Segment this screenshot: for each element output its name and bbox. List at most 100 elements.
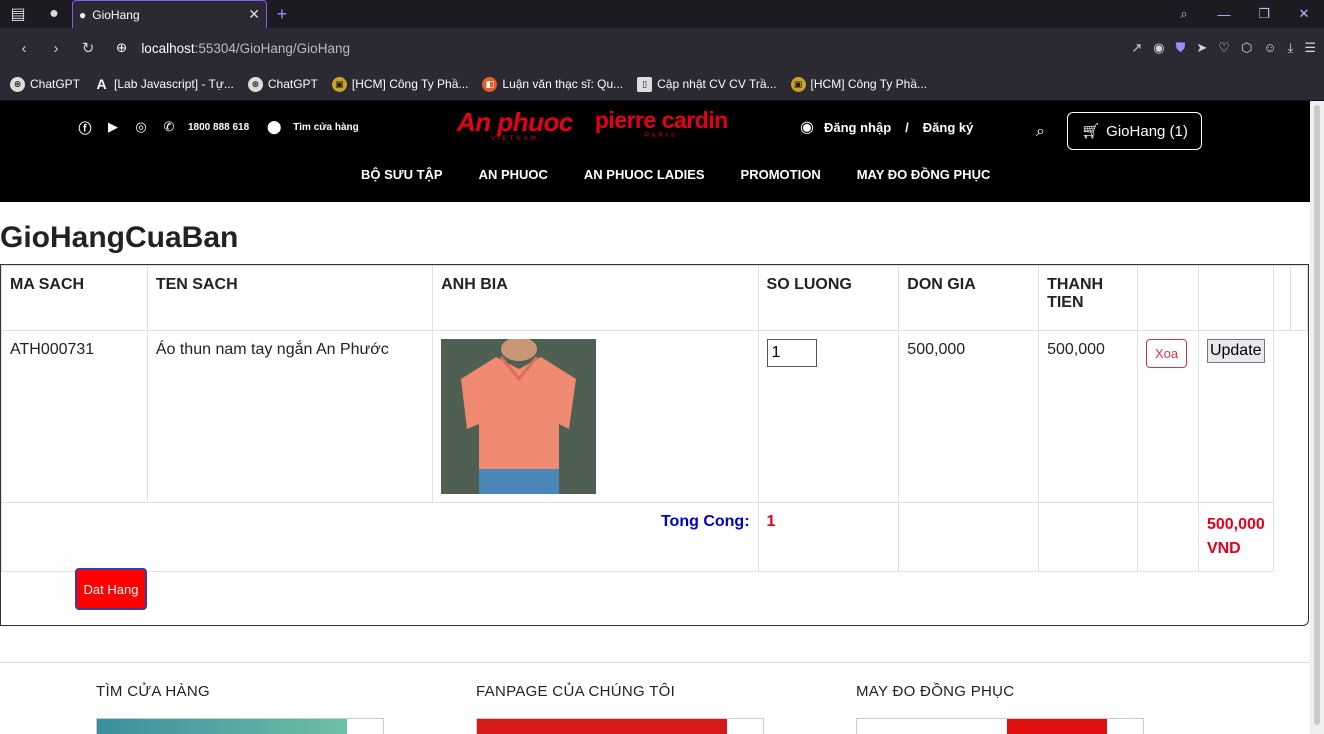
url-path: :55304/GioHang/GioHang	[194, 40, 350, 56]
store-image	[96, 718, 384, 734]
shield-icon[interactable]: ⛊	[1176, 40, 1186, 56]
menu-icon[interactable]: ☰	[1304, 40, 1316, 56]
place-order-button[interactable]: Dat Hang	[75, 568, 147, 610]
item-image-cell	[432, 330, 759, 503]
fanpage-image	[476, 718, 764, 734]
scrollbar[interactable]	[1310, 101, 1324, 734]
col-header: TEN SACH	[146, 265, 434, 331]
product-image	[441, 339, 597, 494]
download-icon[interactable]: ⤓	[1288, 40, 1294, 56]
openai-icon: ⊛	[10, 76, 25, 92]
page-content: ⓕ ▶ ◎ ✆ 1800 888 618 ⬤ Tìm cửa hàng An p…	[0, 101, 1310, 734]
bookmarks-bar: ⊛ ChatGPT A [Lab Javascript] - Tự... ⊛ Chat…	[0, 68, 1324, 101]
bookmark-item[interactable]: ▯ Cập nhật CV CV Trầ...	[637, 76, 777, 92]
bookmark-item[interactable]: ⊛ ChatGPT	[10, 76, 80, 92]
gamepad-icon[interactable]: ▤	[0, 0, 36, 28]
table-header-row: MA SACH TEN SACH ANH BIA SO LUONG DON GI…	[1, 265, 1309, 331]
nav-item[interactable]: PROMOTION	[741, 167, 821, 182]
heart-icon[interactable]: ♡	[1218, 40, 1230, 56]
nav-item[interactable]: MAY ĐO ĐỒNG PHỤC	[857, 167, 991, 182]
delete-button[interactable]: Xoa	[1145, 339, 1188, 368]
forward-icon[interactable]: ›	[40, 40, 72, 57]
instagram-icon[interactable]: ◎	[132, 118, 150, 136]
doc-icon: ▯	[637, 76, 653, 92]
close-window-icon[interactable]: ✕	[1284, 0, 1324, 28]
openai-icon: ⊛	[247, 76, 263, 92]
maximize-icon[interactable]: ❐	[1244, 0, 1284, 28]
book-icon: ◧	[482, 76, 498, 92]
footer-heading: FANPAGE CỦA CHÚNG TÔI	[476, 683, 676, 700]
nav-item[interactable]: AN PHUOC	[479, 167, 548, 182]
qty-cell	[757, 330, 900, 503]
account-links: ◉ Đăng nhập / Đăng ký	[800, 119, 974, 136]
footer-divider	[0, 662, 1310, 663]
tab-giohang[interactable]: ● GioHang ✕	[72, 0, 267, 28]
bookmark-item[interactable]: ▣ [HCM] Công Ty Phầ...	[331, 76, 468, 92]
item-code: ATH000731	[1, 330, 148, 503]
phone-icon: ✆	[163, 119, 175, 134]
back-icon[interactable]: ‹	[8, 40, 40, 57]
footer-col-uniform: MAY ĐO ĐỒNG PHỤC	[856, 683, 1236, 734]
box-icon: ▣	[331, 76, 347, 92]
login-link[interactable]: Đăng nhập	[824, 120, 891, 135]
facebook-icon[interactable]: ⓕ	[76, 118, 94, 136]
footer-heading: MAY ĐO ĐỒNG PHỤC	[856, 683, 1015, 700]
toolbar-icons: ↗ ◉ ⛊ ➤ ♡ ⬡ ☺ ⤓ ☰	[1131, 40, 1316, 56]
footer: TÌM CỬA HÀNG FANPAGE CỦA CHÚNG TÔI MAY Đ…	[96, 683, 1236, 734]
a-icon: A	[96, 76, 107, 92]
globe-icon[interactable]: ●	[36, 0, 72, 28]
globe-icon: ⊕	[116, 40, 128, 55]
location-icon: ⬤	[266, 119, 282, 134]
search-icon[interactable]: ⌕	[1164, 0, 1204, 28]
brand-logo[interactable]: An phuoc VIETNAM pierre cardin PARIS	[457, 107, 728, 143]
camera-icon[interactable]: ◉	[1153, 40, 1164, 56]
summary-qty: 1	[757, 502, 900, 572]
send-icon[interactable]: ➤	[1196, 40, 1207, 56]
cart-button[interactable]: 🛒︎ GioHang (1)	[1067, 112, 1202, 150]
bookmark-item[interactable]: ▣ [HCM] Công Ty Phầ...	[790, 76, 927, 92]
scrollbar-thumb[interactable]	[1314, 105, 1320, 725]
phone-number[interactable]: 1800 888 618	[188, 122, 249, 133]
search-icon[interactable]: ⌕	[1036, 123, 1045, 141]
col-header: DON GIA	[898, 265, 1040, 331]
site-header: ⓕ ▶ ◎ ✆ 1800 888 618 ⬤ Tìm cửa hàng An p…	[0, 101, 1310, 202]
url-bar[interactable]: ⊕ localhost:55304/GioHang/GioHang	[116, 40, 350, 56]
close-icon[interactable]: ✕	[248, 6, 260, 23]
footer-col-stores: TÌM CỬA HÀNG	[96, 683, 476, 734]
tab-title: GioHang	[92, 7, 140, 22]
register-link[interactable]: Đăng ký	[923, 120, 974, 135]
profile-icon[interactable]: ☺	[1263, 40, 1276, 56]
main-nav: BỘ SƯU TẬP AN PHUOC AN PHUOC LADIES PROM…	[361, 167, 990, 182]
quantity-input[interactable]	[766, 339, 817, 367]
cart-icon: 🛒︎	[1081, 123, 1101, 140]
reload-icon[interactable]: ↻	[72, 39, 104, 57]
minimize-icon[interactable]: —	[1204, 0, 1244, 28]
browser-nav-bar: ‹ › ↻ ⊕ localhost:55304/GioHang/GioHang …	[0, 28, 1324, 68]
url-host: localhost	[141, 40, 195, 56]
window-controls: ⌕ — ❐ ✕	[1164, 0, 1324, 28]
new-tab-button[interactable]: +	[267, 0, 297, 28]
footer-col-fanpage: FANPAGE CỦA CHÚNG TÔI	[476, 683, 856, 734]
page-title: GioHangCuaBan	[0, 221, 239, 254]
bookmark-item[interactable]: ◧ Luận văn thạc sĩ: Qu...	[482, 76, 623, 92]
cube-icon[interactable]: ⬡	[1241, 40, 1252, 56]
bookmark-item[interactable]: ⊛ ChatGPT	[247, 76, 318, 92]
table-row: ATH000731 Áo thun nam tay ngắn An Phước	[1, 330, 1308, 503]
brand-pierre-cardin: pierre cardin	[594, 107, 728, 133]
browser-tab-bar: ▤ ● ● GioHang ✕ + ⌕ — ❐ ✕	[0, 0, 1324, 28]
summary-row: Tong Cong: 1 500,000 VND	[1, 502, 1308, 572]
user-icon: ◉	[800, 119, 814, 136]
cart-table: MA SACH TEN SACH ANH BIA SO LUONG DON GI…	[1, 265, 1309, 572]
col-header: MA SACH	[1, 265, 148, 331]
share-icon[interactable]: ↗	[1131, 40, 1142, 56]
store-finder-link[interactable]: Tìm cửa hàng	[293, 122, 359, 133]
update-button[interactable]: Update	[1206, 339, 1265, 363]
nav-item[interactable]: BỘ SƯU TẬP	[361, 167, 443, 182]
col-header: ANH BIA	[432, 265, 759, 331]
item-total: 500,000	[1038, 330, 1138, 503]
bookmark-item[interactable]: A [Lab Javascript] - Tự...	[94, 76, 233, 92]
nav-item[interactable]: AN PHUOC LADIES	[584, 167, 705, 182]
summary-label: Tong Cong:	[1, 502, 759, 572]
youtube-icon[interactable]: ▶	[104, 118, 122, 136]
cart-container: MA SACH TEN SACH ANH BIA SO LUONG DON GI…	[0, 264, 1309, 626]
